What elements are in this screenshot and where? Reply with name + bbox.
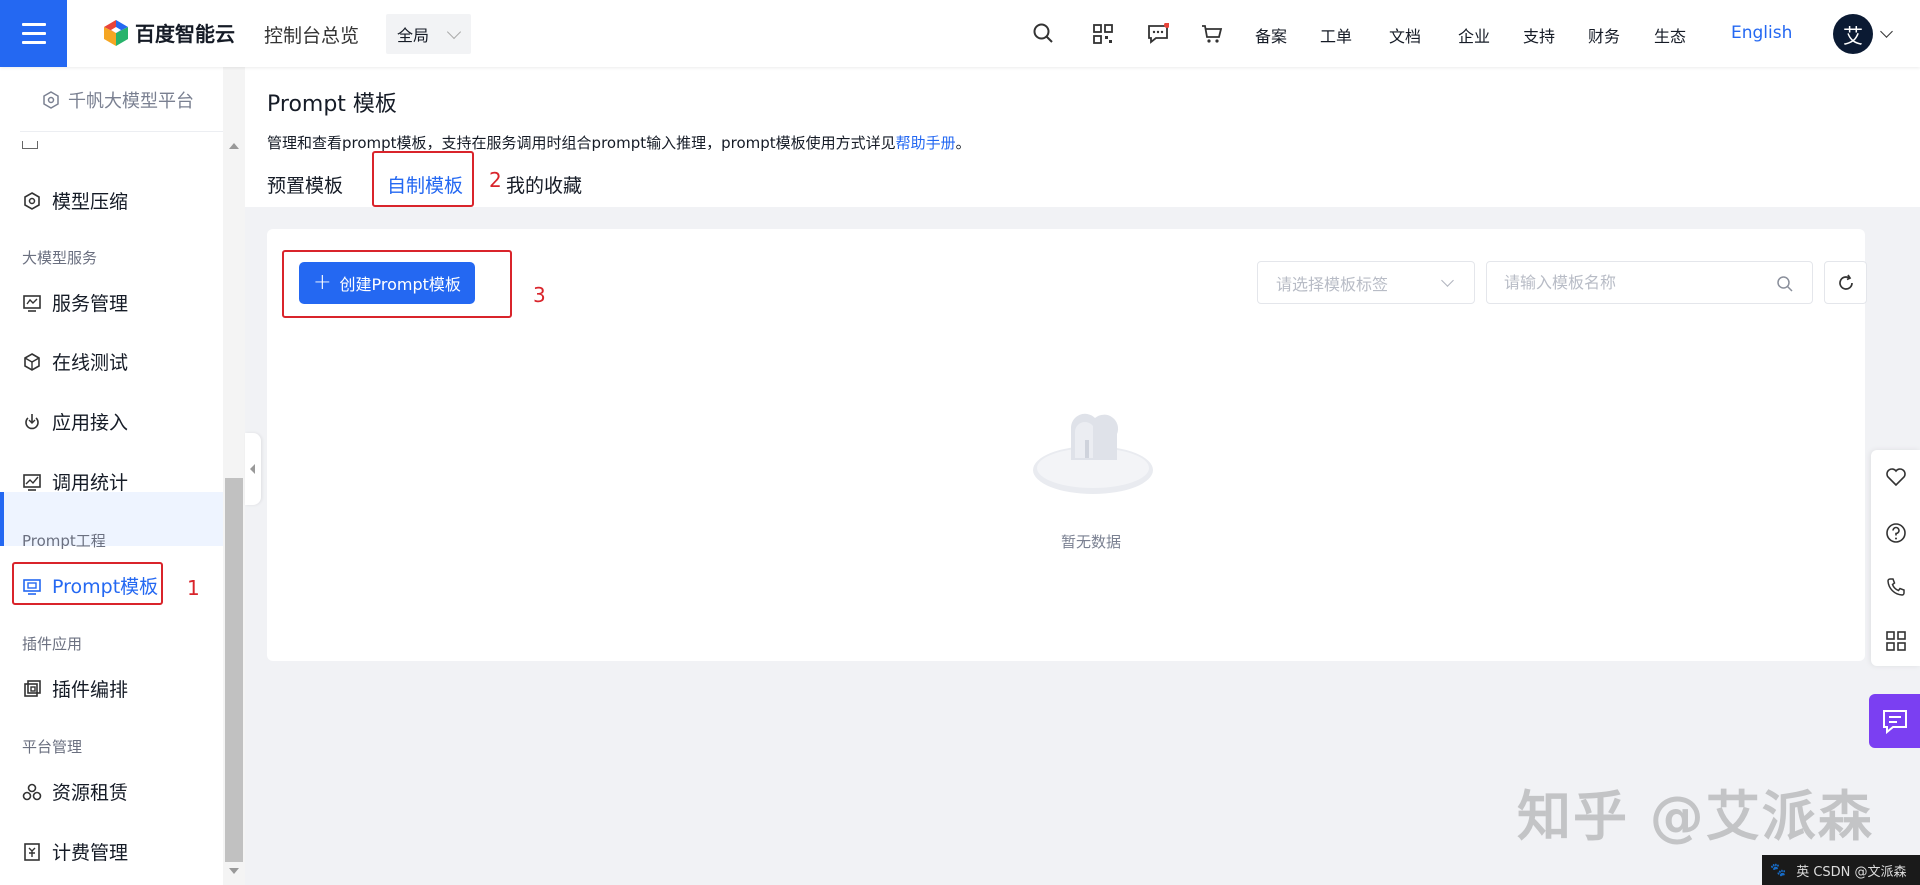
- template-name-search[interactable]: [1486, 261, 1813, 304]
- scrollbar-thumb[interactable]: [225, 478, 243, 862]
- divider: [20, 131, 223, 132]
- avatar[interactable]: 艾: [1833, 14, 1873, 54]
- sidebar-item-model-compression[interactable]: 模型压缩: [22, 187, 128, 214]
- tag-select-placeholder: 请选择模板标签: [1276, 274, 1389, 294]
- description-text: 管理和查看prompt模板，支持在服务调用时组合prompt输入推理，promp…: [267, 134, 896, 152]
- sidebar-item-online-test[interactable]: 在线测试: [22, 348, 128, 375]
- nav-link-docs[interactable]: 文档: [1389, 23, 1421, 47]
- tab-my-favorites[interactable]: 我的收藏: [506, 171, 582, 198]
- plugin-icon: [24, 679, 41, 697]
- annotation-number-1: 1: [187, 576, 200, 600]
- sidebar-item-plugin-orchestration[interactable]: 插件编排: [22, 675, 128, 702]
- empty-data-illustration-icon: [1033, 413, 1153, 494]
- sidebar-item-label: 资源租赁: [52, 782, 129, 804]
- region-value: 全局: [397, 26, 430, 45]
- sidebar-item-service-management[interactable]: 服务管理: [22, 289, 128, 316]
- logo-text: 百度智能云: [135, 22, 235, 46]
- search-icon[interactable]: [1776, 275, 1794, 293]
- template-tag-select[interactable]: 请选择模板标签: [1257, 261, 1475, 304]
- sidebar-item-resource-rental[interactable]: 资源租赁: [22, 778, 128, 805]
- annotation-box-1: [12, 562, 163, 605]
- access-icon: [25, 413, 39, 429]
- scroll-down-arrow-icon[interactable]: [229, 868, 239, 874]
- cart-icon[interactable]: [1201, 23, 1223, 45]
- page-description: 管理和查看prompt模板，支持在服务调用时组合prompt输入推理，promp…: [267, 132, 971, 153]
- apps-grid-icon[interactable]: [1885, 630, 1907, 652]
- annotation-box-2: [372, 151, 474, 207]
- stats-icon: [23, 473, 41, 491]
- avatar-chevron-down-icon[interactable]: [1880, 25, 1893, 38]
- sidebar-item-label: 服务管理: [52, 293, 129, 315]
- sidebar-item-label: 应用接入: [52, 412, 129, 434]
- baidu-cloud-logo-icon: [104, 19, 128, 46]
- message-icon[interactable]: [1147, 23, 1169, 45]
- active-item-indicator: [0, 492, 4, 546]
- phone-icon[interactable]: [1885, 576, 1907, 598]
- tab-preset-templates[interactable]: 预置模板: [267, 171, 343, 198]
- region-select[interactable]: 全局: [386, 14, 471, 54]
- group-title-prompt-engineering: Prompt工程: [22, 532, 106, 550]
- chat-icon: [1882, 710, 1907, 735]
- chevron-down-icon: [1441, 274, 1454, 287]
- floating-toolbar: [1871, 450, 1920, 666]
- help-manual-link[interactable]: 帮助手册: [896, 134, 956, 152]
- platform-icon: [43, 91, 59, 109]
- favorite-heart-icon[interactable]: [1885, 466, 1907, 488]
- test-icon: [24, 352, 40, 371]
- nav-link-ecosystem[interactable]: 生态: [1654, 23, 1686, 47]
- sidebar-collapse-button[interactable]: [245, 433, 261, 505]
- logo[interactable]: 百度智能云: [103, 18, 235, 47]
- group-title-platform-management: 平台管理: [22, 738, 83, 756]
- compress-icon: [24, 191, 40, 210]
- service-icon: [23, 294, 41, 312]
- ime-paw-icon: 🐾: [1770, 862, 1787, 878]
- nav-link-support[interactable]: 支持: [1523, 23, 1555, 47]
- hamburger-menu-button[interactable]: [0, 0, 67, 67]
- annotation-number-2: 2: [489, 168, 502, 192]
- refresh-icon: [1838, 274, 1853, 290]
- annotation-number-3: 3: [533, 283, 546, 307]
- clipped-item: [22, 141, 40, 151]
- empty-state-text: 暂无数据: [1061, 533, 1122, 551]
- ime-toolbar: 🐾 英 CSDN @文派森: [1762, 855, 1920, 885]
- annotation-box-3: [282, 250, 512, 318]
- sidebar-item-label: 插件编排: [52, 679, 129, 701]
- top-bar: 百度智能云 控制台总览 全局 备案 工单 文档 企业 支持 财务 生态 Engl…: [0, 0, 1920, 67]
- watermark: 知乎 @艾派森: [1517, 785, 1874, 848]
- refresh-button[interactable]: [1824, 261, 1867, 304]
- help-icon[interactable]: [1885, 522, 1907, 544]
- billing-icon: [24, 842, 40, 861]
- nav-link-finance[interactable]: 财务: [1588, 23, 1620, 47]
- sidebar-item-billing[interactable]: 计费管理: [22, 838, 128, 865]
- platform-title-text: 千帆大模型平台: [68, 91, 194, 112]
- platform-title[interactable]: 千帆大模型平台: [42, 87, 194, 113]
- chat-assistant-button[interactable]: [1869, 694, 1920, 748]
- sidebar-item-app-access[interactable]: 应用接入: [22, 408, 128, 435]
- sidebar-item-label: 计费管理: [52, 842, 129, 864]
- ime-text: 英 CSDN @文派森: [1796, 864, 1907, 880]
- nav-link-ticket[interactable]: 工单: [1320, 23, 1352, 47]
- group-title-llm-service: 大模型服务: [22, 249, 98, 267]
- nav-link-record[interactable]: 备案: [1255, 23, 1287, 47]
- page-title: Prompt 模板: [267, 92, 397, 117]
- chevron-down-icon: [446, 24, 462, 40]
- resource-icon: [22, 783, 42, 800]
- sidebar-item-label: 调用统计: [52, 472, 129, 494]
- sidebar-item-label: 在线测试: [52, 352, 129, 374]
- scroll-up-arrow-icon[interactable]: [229, 143, 239, 149]
- description-end: 。: [955, 134, 971, 152]
- qrcode-icon[interactable]: [1092, 23, 1114, 45]
- language-switch[interactable]: English: [1731, 23, 1792, 43]
- search-icon[interactable]: [1032, 22, 1054, 44]
- console-overview-link[interactable]: 控制台总览: [264, 21, 359, 48]
- sidebar-item-call-stats[interactable]: 调用统计: [22, 468, 128, 495]
- search-input[interactable]: [1504, 273, 1764, 292]
- group-title-plugin-apps: 插件应用: [22, 635, 83, 653]
- sidebar-item-label: 模型压缩: [52, 191, 129, 213]
- nav-link-enterprise[interactable]: 企业: [1458, 23, 1490, 47]
